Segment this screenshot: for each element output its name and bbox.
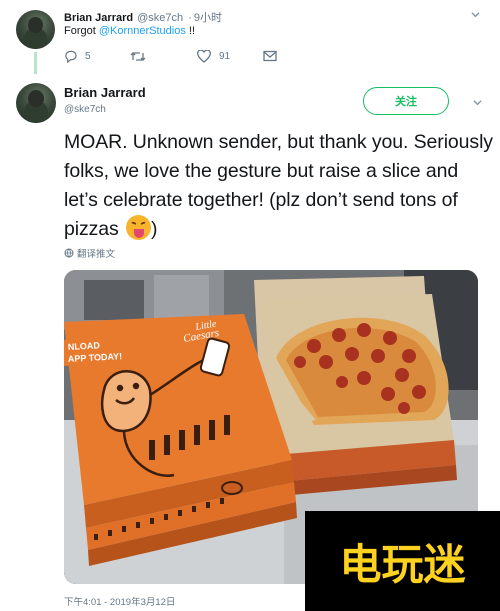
site-watermark-logo: 电玩迷 (305, 511, 500, 611)
tweet-text-end: ) (151, 218, 158, 240)
prev-tweet-header: Brian Jarrard @ske7ch · 9小时 (64, 9, 222, 25)
tweet-text-suffix: !! (185, 25, 196, 37)
tweet-time[interactable]: 9小时 (194, 12, 222, 24)
author-name[interactable]: Brian Jarrard (64, 12, 133, 24)
chevron-down-icon[interactable] (471, 10, 480, 19)
heart-icon (197, 50, 211, 63)
separator-dot: · (188, 12, 192, 24)
mention-link[interactable]: @KornnerStudios (99, 25, 186, 37)
globe-icon (64, 248, 74, 258)
author-avatar[interactable] (16, 10, 55, 49)
chevron-down-icon[interactable] (473, 98, 482, 107)
follow-button[interactable]: 关注 (363, 87, 449, 115)
author-handle[interactable]: @ske7ch (64, 104, 106, 115)
tweet-text-prefix: Forgot (64, 25, 99, 37)
retweet-button[interactable] (130, 50, 154, 63)
squinting-face-with-tongue-emoji (126, 215, 152, 240)
prev-tweet-text: Forgot @KornnerStudios !! (64, 25, 195, 37)
translate-label: 翻译推文 (77, 249, 116, 260)
retweet-icon (130, 52, 146, 61)
reply-button[interactable]: 5 (64, 50, 91, 63)
tweet-body: MOAR. Unknown sender, but thank you. Ser… (64, 128, 494, 244)
direct-message-button[interactable] (263, 50, 277, 62)
author-handle[interactable]: @ske7ch (137, 12, 183, 24)
author-avatar[interactable] (16, 83, 56, 123)
watermark-text: 电玩迷 (339, 539, 466, 589)
previous-tweet[interactable]: Brian Jarrard @ske7ch · 9小时 Forgot @Kornne… (0, 0, 500, 74)
tweet-timestamp[interactable]: 下午4:01 - 2019年3月12日 (64, 594, 175, 608)
author-name[interactable]: Brian Jarrard (64, 85, 146, 100)
thread-connector (34, 52, 37, 74)
reply-count: 5 (85, 51, 91, 62)
reply-icon (65, 50, 77, 63)
translate-link[interactable]: 翻译推文 (64, 246, 115, 260)
like-count: 91 (219, 51, 231, 62)
box-print-line1: NLOAD (68, 340, 101, 352)
like-button[interactable]: 91 (197, 50, 230, 63)
mail-icon (263, 50, 277, 62)
